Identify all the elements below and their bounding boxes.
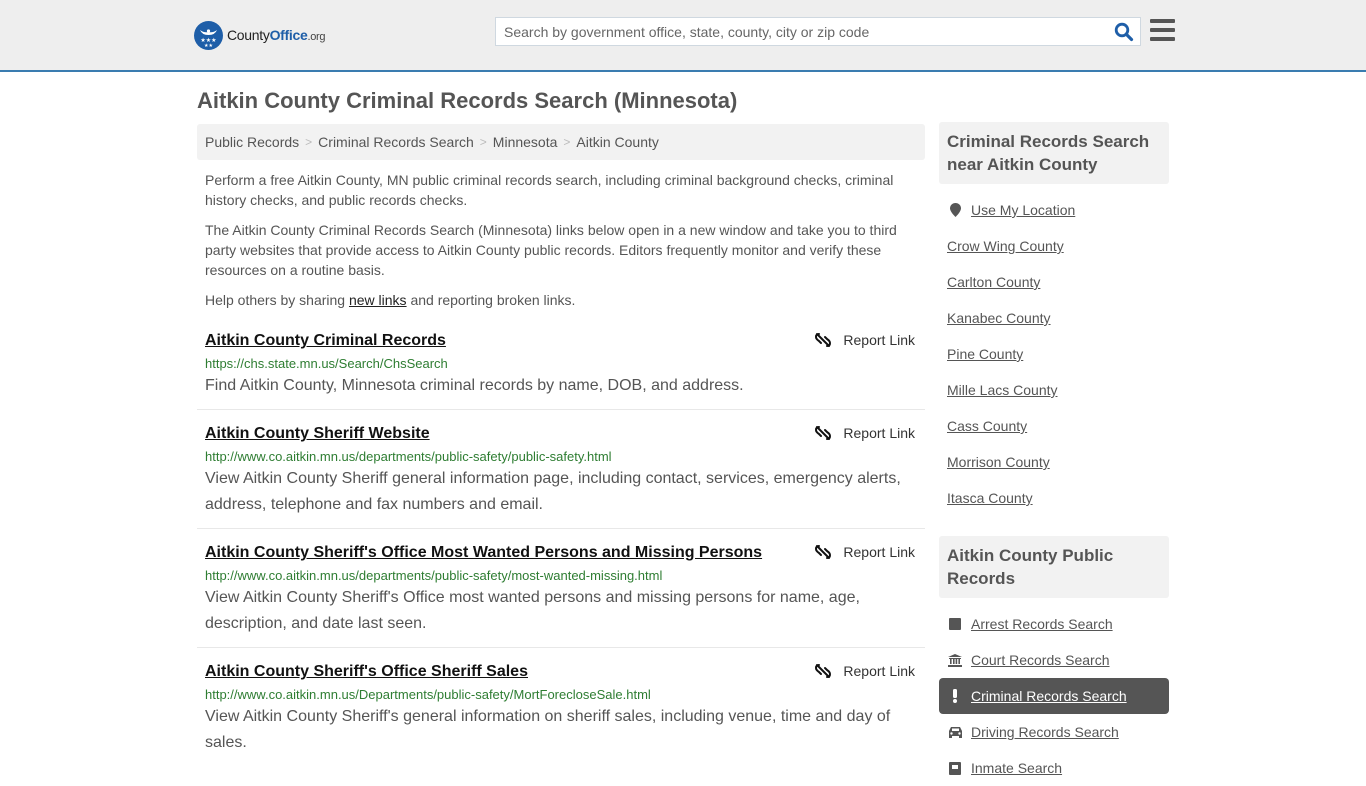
result-description: View Aitkin County Sheriff's Office most… <box>205 589 860 632</box>
page-title: Aitkin County Criminal Records Search (M… <box>197 88 738 113</box>
breadcrumb-public-records[interactable]: Public Records <box>205 134 299 150</box>
result-item: Aitkin County Sheriff's Office Sheriff S… <box>197 657 925 766</box>
site-header: ★★★ ★★ CountyOffice.org <box>0 0 1366 72</box>
county-link[interactable]: Kanabec County <box>947 310 1051 326</box>
county-link[interactable]: Pine County <box>947 346 1023 362</box>
sidebar-item-criminal-records[interactable]: Criminal Records Search <box>939 678 1169 714</box>
search-box <box>495 17 1141 46</box>
site-logo[interactable]: ★★★ ★★ CountyOffice.org <box>194 20 326 50</box>
result-item: Aitkin County Sheriff Website Report Lin… <box>197 419 925 529</box>
result-url: http://www.co.aitkin.mn.us/departments/p… <box>205 568 663 583</box>
intro-paragraph-3: Help others by sharing new links and rep… <box>205 292 576 308</box>
use-my-location-link[interactable]: Use My Location <box>971 202 1075 218</box>
public-records-list: Arrest Records Search Court Records Sear… <box>939 606 1169 786</box>
nearby-county-item: Crow Wing County <box>939 228 1169 264</box>
breadcrumb-separator: > <box>305 135 313 149</box>
nearby-counties-panel: Criminal Records Search near Aitkin Coun… <box>939 122 1169 516</box>
report-link-button[interactable]: Report Link <box>815 544 915 560</box>
result-title-link[interactable]: Aitkin County Sheriff's Office Sheriff S… <box>205 663 528 681</box>
sidebar-item-arrest-records[interactable]: Arrest Records Search <box>939 606 1169 642</box>
svg-text:★★: ★★ <box>204 43 213 49</box>
exclamation-icon <box>947 689 963 703</box>
sidebar-item-driving-records[interactable]: Driving Records Search <box>939 714 1169 750</box>
broken-link-icon <box>815 664 832 678</box>
breadcrumb-criminal-records-search[interactable]: Criminal Records Search <box>318 134 474 150</box>
result-description: Find Aitkin County, Minnesota criminal r… <box>205 377 744 394</box>
nearby-heading: Criminal Records Search near Aitkin Coun… <box>939 122 1169 184</box>
result-title-link[interactable]: Aitkin County Sheriff Website <box>205 425 430 443</box>
logo-text: CountyOffice.org <box>227 27 326 43</box>
breadcrumb: Public Records > Criminal Records Search… <box>197 124 925 160</box>
eagle-stars-icon: ★★★ ★★ <box>194 20 223 50</box>
result-url: https://chs.state.mn.us/Search/ChsSearch <box>205 356 448 371</box>
county-link[interactable]: Itasca County <box>947 490 1033 506</box>
result-title-link[interactable]: Aitkin County Criminal Records <box>205 332 446 350</box>
report-link-button[interactable]: Report Link <box>815 425 915 441</box>
hamburger-menu-icon[interactable] <box>1150 19 1175 41</box>
intro-text: Perform a free Aitkin County, MN public … <box>205 170 915 320</box>
breadcrumb-separator: > <box>479 135 487 149</box>
report-link-button[interactable]: Report Link <box>815 663 915 679</box>
jail-icon <box>947 761 963 775</box>
county-link[interactable]: Cass County <box>947 418 1027 434</box>
result-item: Aitkin County Criminal Records Report Li… <box>197 326 925 410</box>
search-icon[interactable] <box>1114 22 1134 42</box>
breadcrumb-minnesota[interactable]: Minnesota <box>493 134 558 150</box>
sidebar-item-inmate-search[interactable]: Inmate Search <box>939 750 1169 786</box>
result-url: http://www.co.aitkin.mn.us/Departments/p… <box>205 687 651 702</box>
breadcrumb-separator: > <box>563 135 571 149</box>
broken-link-icon <box>815 545 832 559</box>
county-link[interactable]: Crow Wing County <box>947 238 1064 254</box>
intro-paragraph-2: The Aitkin County Criminal Records Searc… <box>205 222 897 278</box>
results-list: Aitkin County Criminal Records Report Li… <box>197 326 925 775</box>
use-my-location-item: Use My Location <box>939 192 1169 228</box>
county-link[interactable]: Mille Lacs County <box>947 382 1058 398</box>
new-links-link[interactable]: new links <box>349 292 407 308</box>
result-description: View Aitkin County Sheriff general infor… <box>205 470 901 513</box>
nearby-county-item: Mille Lacs County <box>939 372 1169 408</box>
public-records-heading: Aitkin County Public Records <box>939 536 1169 598</box>
nearby-county-item: Itasca County <box>939 480 1169 516</box>
intro-paragraph-1: Perform a free Aitkin County, MN public … <box>205 172 894 208</box>
broken-link-icon <box>815 426 832 440</box>
result-description: View Aitkin County Sheriff's general inf… <box>205 708 891 751</box>
nearby-list: Use My Location Crow Wing County Carlton… <box>939 192 1169 516</box>
broken-link-icon <box>815 333 832 347</box>
courthouse-icon <box>947 653 963 667</box>
public-records-panel: Aitkin County Public Records Arrest Reco… <box>939 536 1169 786</box>
nearby-county-item: Pine County <box>939 336 1169 372</box>
sidebar-item-court-records[interactable]: Court Records Search <box>939 642 1169 678</box>
nearby-county-item: Kanabec County <box>939 300 1169 336</box>
result-item: Aitkin County Sheriff's Office Most Want… <box>197 538 925 648</box>
map-marker-icon <box>947 203 963 217</box>
report-link-button[interactable]: Report Link <box>815 332 915 348</box>
result-url: http://www.co.aitkin.mn.us/departments/p… <box>205 449 612 464</box>
result-title-link[interactable]: Aitkin County Sheriff's Office Most Want… <box>205 544 762 562</box>
nearby-county-item: Morrison County <box>939 444 1169 480</box>
car-icon <box>947 726 963 738</box>
county-link[interactable]: Carlton County <box>947 274 1040 290</box>
breadcrumb-aitkin-county[interactable]: Aitkin County <box>576 134 658 150</box>
search-input[interactable] <box>496 18 1096 45</box>
square-icon <box>947 618 963 630</box>
nearby-county-item: Carlton County <box>939 264 1169 300</box>
nearby-county-item: Cass County <box>939 408 1169 444</box>
county-link[interactable]: Morrison County <box>947 454 1050 470</box>
